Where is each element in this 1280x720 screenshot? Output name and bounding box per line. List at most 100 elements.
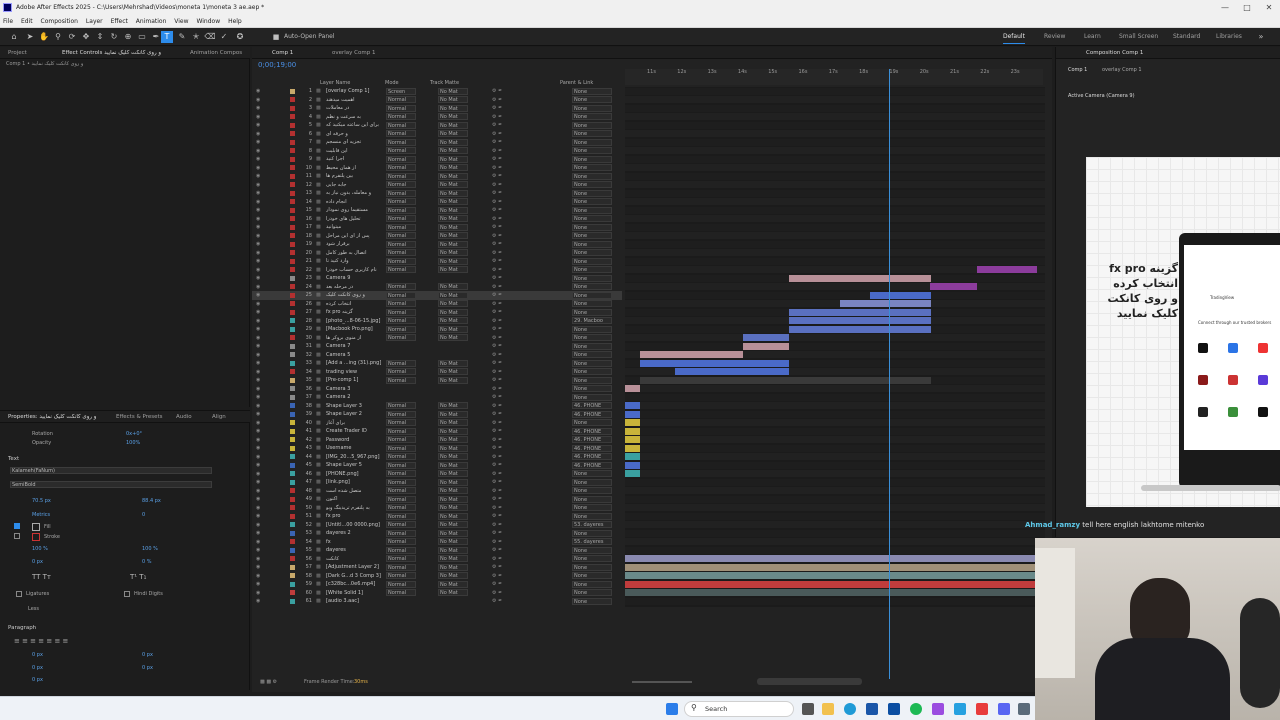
layer-name[interactable]: Camera 7 xyxy=(326,342,382,350)
switches-icon[interactable]: ⚙ ✒ xyxy=(492,130,502,138)
eye-icon[interactable]: ◉ xyxy=(256,232,260,240)
eye-icon[interactable]: ◉ xyxy=(256,96,260,104)
label-color-swatch[interactable] xyxy=(290,403,295,408)
layer-row[interactable]: ◉ 51 ▩ fx pro Normal No Mat ⚙ ✒ None xyxy=(252,512,622,521)
track-matte-select[interactable]: No Mat xyxy=(438,470,468,477)
layer-row[interactable]: ◉ 58 ▩ [Dark G...d 3 Comp 3] Normal No Mat ⚙ ✒… xyxy=(252,572,622,581)
eye-icon[interactable]: ◉ xyxy=(256,249,260,257)
eraser-tool-icon[interactable]: ⌫ xyxy=(204,31,216,43)
track-matte-select[interactable]: No Mat xyxy=(438,555,468,562)
workspace-default[interactable]: Default xyxy=(1003,31,1025,44)
baseline-value[interactable]: 0 px xyxy=(32,559,43,565)
track-matte-select[interactable]: No Mat xyxy=(438,563,468,571)
switches-icon[interactable]: ⚙ ✒ xyxy=(492,538,502,546)
layer-duration-bar[interactable] xyxy=(625,572,1035,579)
layer-name[interactable]: اکنون xyxy=(326,495,382,503)
vertical-scale-value[interactable]: 100 % xyxy=(32,546,48,552)
layer-duration-bar[interactable] xyxy=(625,385,640,392)
label-color-swatch[interactable] xyxy=(290,343,295,349)
parent-select[interactable]: None xyxy=(572,308,612,316)
less-toggle[interactable]: Less xyxy=(28,606,39,612)
track-matte-select[interactable]: No Mat xyxy=(438,487,468,494)
label-color-swatch[interactable] xyxy=(290,564,295,570)
label-color-swatch[interactable] xyxy=(290,284,295,289)
dolly-tool-icon[interactable]: ⇕ xyxy=(94,31,106,43)
track-matte-select[interactable]: No Mat xyxy=(438,461,468,469)
horizontal-scale-value[interactable]: 100 % xyxy=(142,546,158,552)
parent-select[interactable]: None xyxy=(572,206,612,214)
eye-icon[interactable]: ◉ xyxy=(256,155,260,163)
layer-row[interactable]: ◉ 59 ▩ [c328bc...0e6.mp4] Normal No Mat ⚙ ✒ Non… xyxy=(252,580,622,589)
eye-icon[interactable]: ◉ xyxy=(256,317,260,325)
eye-icon[interactable]: ◉ xyxy=(256,283,260,291)
layer-name[interactable]: متصل شده است xyxy=(326,487,382,495)
rotation-value[interactable]: 0x+0° xyxy=(126,431,142,437)
eye-icon[interactable]: ◉ xyxy=(256,147,260,155)
layer-duration-bar[interactable] xyxy=(743,334,789,341)
layer-name[interactable]: Shape Layer 2 xyxy=(326,410,382,418)
layer-duration-bar[interactable] xyxy=(789,317,931,324)
eye-icon[interactable]: ◉ xyxy=(256,87,260,95)
blend-mode-select[interactable]: Normal xyxy=(386,410,416,418)
tab-composition[interactable]: Composition Comp 1 xyxy=(1086,47,1143,58)
layer-row[interactable]: ◉ 28 ▩ [photo_...8-06-15.jpg] Normal No Mat ⚙ … xyxy=(252,317,622,326)
type-tool-icon[interactable]: T xyxy=(161,31,173,43)
layer-row[interactable]: ◉ 8 ▩ این قابلیت Normal No Mat ⚙ ✒ None xyxy=(252,147,622,156)
comp-viewer[interactable]: fx pro گزینه انتخاب کرده و روی کانکت کلی… xyxy=(1086,157,1280,507)
layer-name[interactable]: از منوی بروکر ها xyxy=(326,334,382,342)
layer-row[interactable]: ◉ 2 ▩ اهمیت میدهند Normal No Mat ⚙ ✒ None xyxy=(252,96,622,105)
layer-name[interactable]: اجرا کنید xyxy=(326,155,382,163)
layer-name[interactable]: [link.png] xyxy=(326,478,382,486)
clone-tool-icon[interactable]: ✭ xyxy=(190,31,202,43)
layer-row[interactable]: ◉ 54 ▩ fx Normal No Mat ⚙ ✒ 55. dayeres xyxy=(252,538,622,547)
tab-project[interactable]: Project xyxy=(8,47,27,58)
track-matte-select[interactable]: No Mat xyxy=(438,512,468,520)
blend-mode-select[interactable]: Normal xyxy=(386,368,416,375)
label-color-swatch[interactable] xyxy=(290,335,295,340)
blend-mode-select[interactable]: Normal xyxy=(386,529,416,537)
zoom-slider[interactable] xyxy=(632,681,692,683)
layer-row[interactable]: ◉ 15 ▩ مستقیما روی نمودار Normal No Mat ⚙ ✒ Non… xyxy=(252,206,622,215)
track-matte-select[interactable]: No Mat xyxy=(438,427,468,435)
layer-row[interactable]: ◉ 42 ▩ Password Normal No Mat ⚙ ✒ 46. PHONE_ xyxy=(252,436,622,445)
label-color-swatch[interactable] xyxy=(290,598,295,604)
parent-select[interactable]: None xyxy=(572,504,612,511)
layer-row[interactable]: ◉ 60 ▩ [White Solid 1] Normal No Mat ⚙ ✒ None xyxy=(252,589,622,598)
eye-icon[interactable]: ◉ xyxy=(256,223,260,231)
blend-mode-select[interactable]: Screen xyxy=(386,87,416,95)
track-matte-select[interactable]: No Mat xyxy=(438,453,468,460)
switches-icon[interactable]: ⚙ ✒ xyxy=(492,113,502,121)
layer-name[interactable]: مستقیما روی نمودار xyxy=(326,206,382,214)
mode-column[interactable]: Mode xyxy=(385,80,399,86)
layer-name-column[interactable]: Layer Name xyxy=(320,80,350,86)
track-matte-select[interactable]: No Mat xyxy=(438,325,468,333)
layer-name[interactable]: انجام داده xyxy=(326,198,382,206)
layer-row[interactable]: ◉ 38 ▩ Shape Layer 3 Normal No Mat ⚙ ✒ 46. PHON… xyxy=(252,402,622,411)
track-matte-select[interactable]: No Mat xyxy=(438,138,468,146)
parent-select[interactable]: None xyxy=(572,351,612,358)
layer-row[interactable]: ◉ 17 ▩ میتوانید Normal No Mat ⚙ ✒ None xyxy=(252,223,622,232)
label-color-swatch[interactable] xyxy=(290,267,295,272)
layer-row[interactable]: ◉ 6 ▩ و حرفه ای Normal No Mat ⚙ ✒ None xyxy=(252,130,622,139)
track-matte-select[interactable]: No Mat xyxy=(438,334,468,341)
parent-select[interactable]: None xyxy=(572,325,612,333)
layer-row[interactable]: ◉ 26 ▩ انتخاب کرده Normal No Mat ⚙ ✒ None xyxy=(252,300,622,309)
breadcrumb-overlay-comp-1[interactable]: overlay Comp 1 xyxy=(1102,67,1142,73)
layer-row[interactable]: ◉ 1 ▩ [overlay Comp 1] Screen No Mat ⚙ ✒ None xyxy=(252,87,622,96)
parent-select[interactable]: 46. PHONE_ xyxy=(572,436,612,443)
menu-view[interactable]: View xyxy=(171,18,191,25)
telegram-icon[interactable] xyxy=(954,703,966,715)
layer-row[interactable]: ◉ 39 ▩ Shape Layer 2 Normal No Mat ⚙ ✒ 46. PHON… xyxy=(252,410,622,419)
kerning-value[interactable]: Metrics xyxy=(32,512,50,518)
parent-select[interactable]: None xyxy=(572,189,612,197)
track-matte-select[interactable]: No Mat xyxy=(438,444,468,452)
track-matte-select[interactable]: No Mat xyxy=(438,529,468,537)
parent-select[interactable]: None xyxy=(572,266,612,273)
label-color-swatch[interactable] xyxy=(290,522,295,527)
layer-name[interactable]: وارد کنید تا xyxy=(326,257,382,265)
label-color-swatch[interactable] xyxy=(290,394,295,400)
track-matte-select[interactable]: No Mat xyxy=(438,308,468,316)
zoom-tool-icon[interactable]: ⚲ xyxy=(52,31,64,43)
parent-select[interactable]: None xyxy=(572,87,612,95)
layer-duration-bar[interactable] xyxy=(870,291,931,299)
